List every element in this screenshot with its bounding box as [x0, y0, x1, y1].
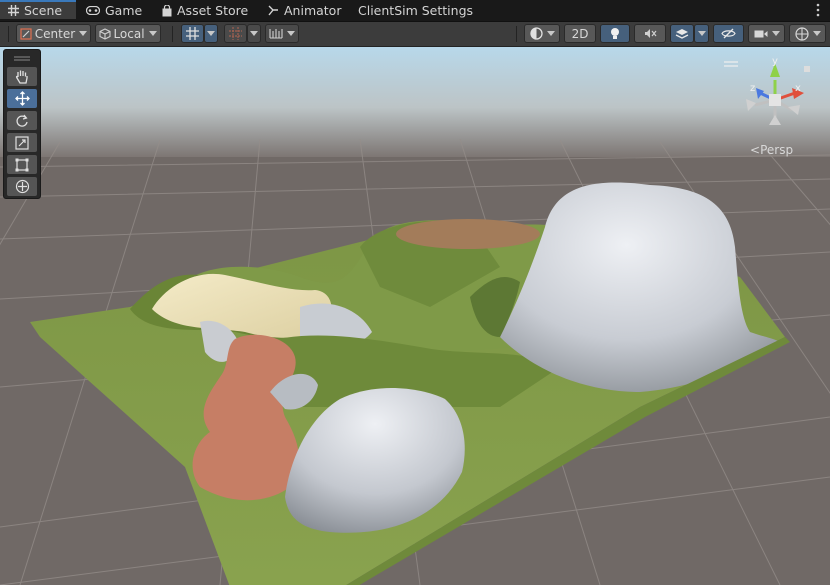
- shading-sphere-icon: [529, 27, 543, 40]
- scale-icon: [15, 135, 29, 150]
- tab-label: ClientSim Settings: [358, 3, 474, 18]
- cube-icon: [99, 27, 111, 40]
- lightbulb-icon: [611, 28, 619, 39]
- toolbar-separator: [172, 26, 173, 42]
- bag-icon: [162, 4, 172, 16]
- tab-clientsim-settings[interactable]: ClientSim Settings: [358, 0, 473, 21]
- tab-label: Asset Store: [177, 3, 249, 18]
- gizmo-globe-icon: [794, 26, 809, 41]
- pivot-rotation-dropdown[interactable]: Local: [95, 24, 161, 43]
- effects-layers-icon: [675, 28, 689, 39]
- mode-2d-toggle[interactable]: 2D: [564, 24, 596, 43]
- move-tool[interactable]: [7, 89, 37, 108]
- snap-increment-button[interactable]: [224, 24, 247, 43]
- gamepad-icon: [86, 6, 100, 15]
- scene-viewport[interactable]: y x z: [0, 47, 830, 585]
- effects-dropdown[interactable]: [694, 24, 709, 43]
- grid-options-dropdown[interactable]: [204, 24, 218, 43]
- orientation-axes-icon: [746, 63, 804, 125]
- tab-label: Scene: [24, 3, 63, 18]
- transform-tool[interactable]: [7, 177, 37, 196]
- camera-icon: [754, 30, 767, 37]
- rect-transform-icon: [15, 158, 29, 171]
- audio-toggle[interactable]: [634, 24, 666, 43]
- more-options-icon[interactable]: [812, 2, 824, 18]
- scene-toolbar: Center Local 2D: [0, 22, 830, 47]
- dirt-patch: [396, 219, 540, 249]
- tab-label: Game: [105, 3, 143, 18]
- ruler-icon: [269, 29, 283, 39]
- rotate-tool[interactable]: [7, 111, 37, 130]
- tab-animator[interactable]: Animator: [268, 0, 341, 21]
- tab-game[interactable]: Game: [86, 0, 142, 21]
- tools-overlay: [3, 49, 41, 199]
- pivot-rotation-label: Local: [113, 26, 145, 41]
- tab-bar: Scene Game Asset Store Animator ClientSi…: [0, 0, 830, 22]
- lock-icon[interactable]: [804, 66, 810, 72]
- hidden-objects-toggle[interactable]: [713, 24, 744, 43]
- toolbar-separator: [516, 26, 517, 42]
- drag-handle-icon[interactable]: [14, 56, 30, 61]
- eye-slash-icon: [721, 28, 736, 39]
- hand-tool[interactable]: [7, 67, 37, 86]
- increment-snap-button[interactable]: [265, 24, 299, 43]
- hand-icon: [15, 70, 28, 84]
- effects-toggle[interactable]: [670, 24, 694, 43]
- rotate-icon: [16, 114, 28, 127]
- grid-snap-icon: [186, 27, 199, 40]
- mode-2d-label: 2D: [571, 26, 589, 41]
- tab-scene[interactable]: Scene: [0, 0, 76, 19]
- rect-tool[interactable]: [7, 155, 37, 174]
- persp-arrow-icon: <: [750, 143, 761, 157]
- tab-label: Animator: [284, 3, 342, 18]
- drag-handle-icon: [724, 61, 738, 67]
- grid-icon: [8, 5, 19, 16]
- toolbar-separator: [8, 26, 9, 42]
- gizmos-dropdown[interactable]: [789, 24, 826, 43]
- audio-muted-icon: [644, 29, 656, 38]
- grid-visibility-button[interactable]: [181, 24, 204, 43]
- transform-icon: [15, 179, 29, 194]
- pivot-mode-dropdown[interactable]: Center: [16, 24, 91, 43]
- projection-label: Persp: [760, 143, 794, 157]
- move-arrows-icon: [14, 91, 30, 106]
- pivot-icon: [20, 27, 32, 40]
- gizmo-label-z: z: [750, 83, 755, 94]
- camera-settings-dropdown[interactable]: [748, 24, 785, 43]
- animator-icon: [268, 5, 278, 16]
- gizmo-label-x: x: [795, 83, 801, 94]
- gizmo-overlay-menu[interactable]: [724, 56, 738, 67]
- pivot-mode-label: Center: [34, 26, 76, 41]
- scale-tool[interactable]: [7, 133, 37, 152]
- projection-toggle[interactable]: <Persp: [750, 143, 793, 157]
- lighting-toggle[interactable]: [600, 24, 630, 43]
- gizmo-label-y: y: [772, 56, 778, 67]
- shading-mode-dropdown[interactable]: [524, 24, 560, 43]
- snap-options-dropdown[interactable]: [247, 24, 261, 43]
- snap-icon: [229, 27, 242, 40]
- tab-asset-store[interactable]: Asset Store: [162, 0, 248, 21]
- orientation-gizmo[interactable]: y x z: [740, 55, 810, 135]
- scene-render: [0, 47, 830, 585]
